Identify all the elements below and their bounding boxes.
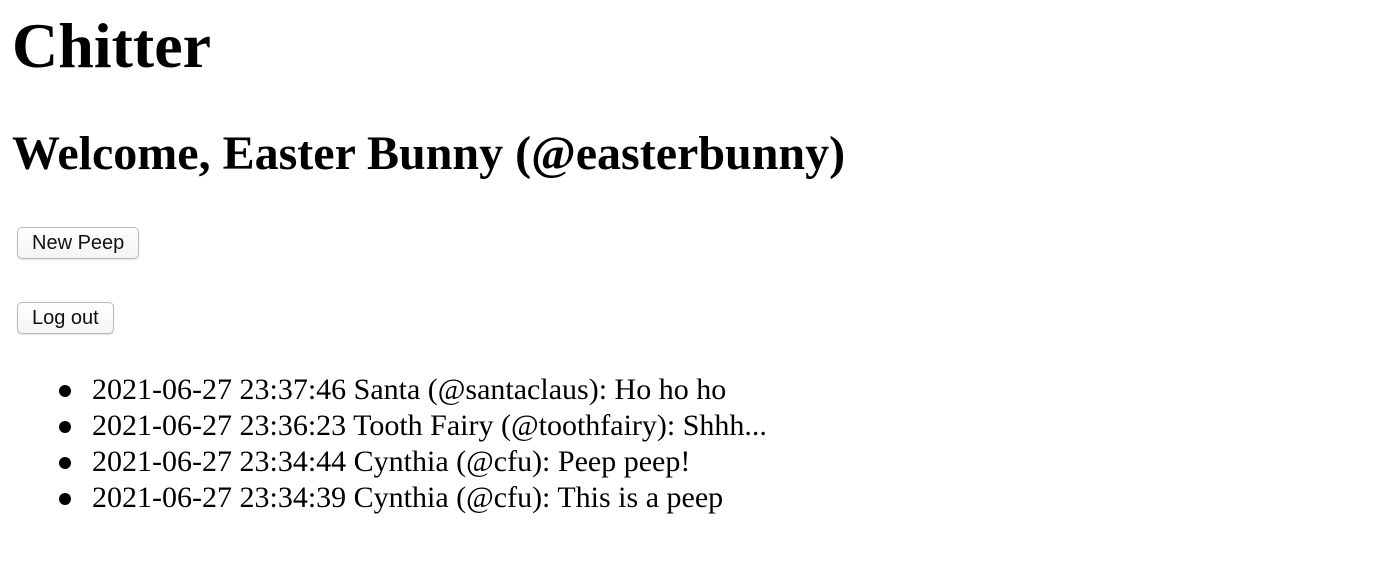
new-peep-button[interactable]: New Peep (17, 227, 140, 259)
peep-text: 2021-06-27 23:36:23 Tooth Fairy (@toothf… (92, 409, 767, 442)
bullet-icon (59, 421, 71, 433)
peep-list: 2021-06-27 23:37:46 Santa (@santaclaus):… (12, 372, 767, 516)
bullet-icon (59, 457, 71, 469)
peep-text: 2021-06-27 23:37:46 Santa (@santaclaus):… (92, 373, 727, 406)
peep-list-item: 2021-06-27 23:34:44 Cynthia (@cfu): Peep… (12, 444, 767, 480)
app-title: Chitter (12, 10, 212, 81)
logout-button[interactable]: Log out (17, 302, 114, 334)
welcome-heading: Welcome, Easter Bunny (@easterbunny) (12, 127, 846, 180)
peep-text: 2021-06-27 23:34:44 Cynthia (@cfu): Peep… (92, 445, 691, 478)
peep-list-item: 2021-06-27 23:34:39 Cynthia (@cfu): This… (12, 480, 767, 516)
bullet-icon (59, 493, 71, 505)
bullet-icon (59, 385, 71, 397)
peep-text: 2021-06-27 23:34:39 Cynthia (@cfu): This… (92, 481, 724, 514)
peep-list-item: 2021-06-27 23:37:46 Santa (@santaclaus):… (12, 372, 767, 408)
peep-list-item: 2021-06-27 23:36:23 Tooth Fairy (@toothf… (12, 408, 767, 444)
